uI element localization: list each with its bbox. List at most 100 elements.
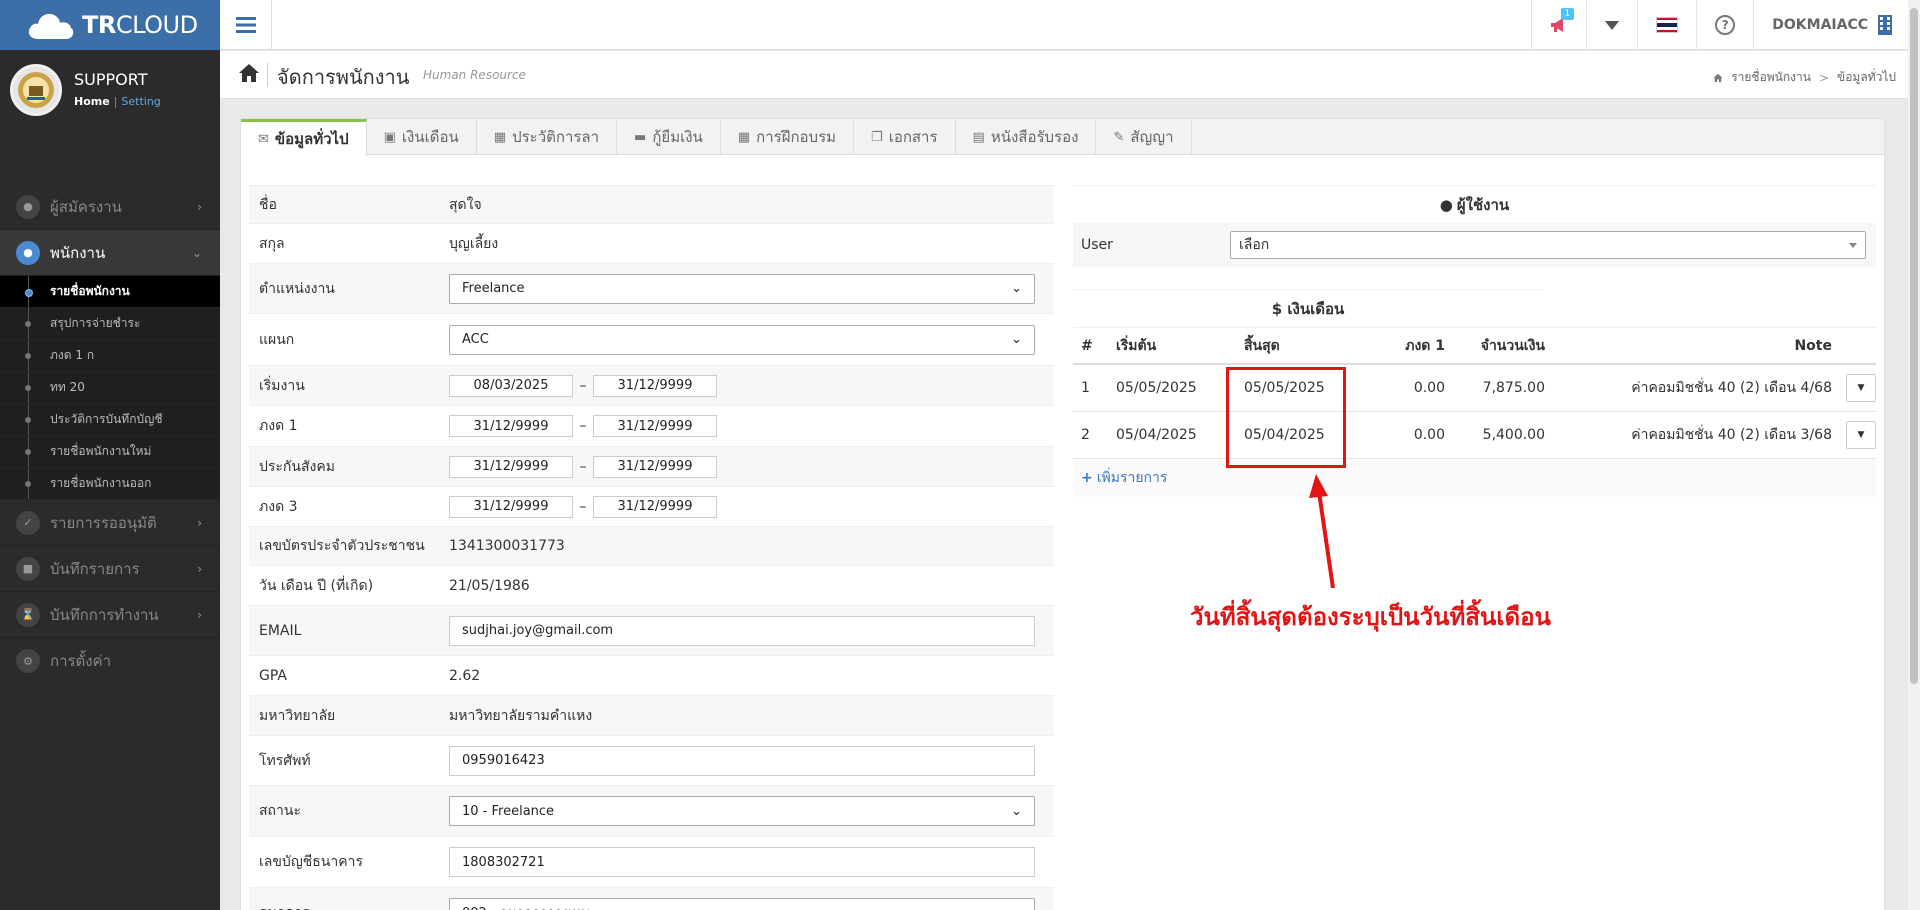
sidebar-item-label: การตั้งค่า — [50, 652, 112, 670]
chevron-right-icon: › — [197, 608, 202, 622]
help-button[interactable]: ? — [1696, 0, 1753, 50]
sidebar-sub-pnd1k[interactable]: ภงด 1 ก — [0, 340, 220, 372]
annotation-arrow-icon — [1309, 474, 1335, 589]
user-icon: ● — [1439, 195, 1453, 214]
pnd3-from-input[interactable]: 31/12/9999 — [449, 495, 573, 518]
envelope-icon: ✉ — [258, 131, 269, 147]
gpa-value: 2.62 — [449, 667, 481, 684]
field-label: วัน เดือน ปี (ที่เกิด) — [259, 577, 374, 594]
sidebar-item-label: บันทึกการทำงาน — [50, 605, 159, 624]
user-label: User — [1081, 237, 1113, 253]
start-date-to-input[interactable]: 31/12/9999 — [593, 374, 717, 397]
email-field[interactable]: sudjhai.joy@gmail.com — [449, 615, 1035, 646]
user-select[interactable]: เลือก — [1230, 231, 1866, 259]
chevron-down-icon: ⌄ — [1011, 281, 1022, 296]
file-icon: ▤ — [972, 129, 985, 145]
breadcrumb-employee-list[interactable]: รายชื่อพนักงาน — [1731, 68, 1811, 87]
notification-button[interactable]: 1 — [1531, 0, 1586, 50]
breadcrumb-general-info: ข้อมูลทั่วไป — [1837, 70, 1896, 84]
caret-down-icon — [1849, 242, 1857, 248]
chevron-down-icon: ⌄ — [1011, 803, 1022, 819]
tab-training[interactable]: ▦ การฝึกอบรม — [721, 119, 855, 155]
chevron-right-icon: › — [197, 200, 202, 214]
bank-account-field[interactable]: 1808302721 — [449, 847, 1035, 877]
col-header-pnd1: ภงด 1 — [1405, 337, 1445, 354]
pnd1-from-input[interactable]: 31/12/9999 — [449, 415, 573, 437]
add-label: เพิ่มรายการ — [1096, 470, 1168, 486]
position-select[interactable]: Freelance ⌄ — [449, 273, 1035, 304]
tab-general-info[interactable]: ✉ ข้อมูลทั่วไป — [241, 119, 367, 156]
field-label: ภงด 1 — [259, 418, 298, 434]
sidebar-item-applicants[interactable]: ● ผู้สมัครงาน › — [0, 184, 220, 230]
sidebar-item-worklog[interactable]: ⌛ บันทึกการทำงาน › — [0, 592, 220, 638]
row-start: 05/05/2025 — [1116, 380, 1197, 396]
table-row[interactable]: 1 05/05/2025 05/05/2025 0.00 7,875.00 ค่… — [1073, 365, 1876, 412]
sidebar-sub-resigned-employees[interactable]: รายชื่อพนักงานออก — [0, 468, 220, 500]
tab-certificates[interactable]: ▤ หนังสือรับรอง — [956, 119, 1097, 155]
tab-leave-history[interactable]: ▦ ประวัติการลา — [477, 119, 618, 155]
question-icon: ? — [1715, 15, 1736, 35]
sidebar-sub-payment-summary[interactable]: สรุปการจ่ายชำระ — [0, 308, 220, 340]
start-date-from-input[interactable]: 08/03/2025 — [449, 374, 573, 397]
page-title: จัดการพนักงาน — [277, 65, 410, 89]
menu-toggle-button[interactable] — [220, 0, 272, 50]
page-scrollbar[interactable] — [1908, 0, 1920, 910]
pnd3-to-input[interactable]: 31/12/9999 — [593, 495, 717, 518]
last-name-value: บุญเลี้ยง — [449, 235, 499, 252]
home-icon[interactable] — [1713, 73, 1723, 83]
user-icon: ● — [16, 240, 40, 265]
page-subtitle: Human Resource — [423, 68, 526, 82]
tab-label: สัญญา — [1130, 128, 1174, 146]
employees-submenu: รายชื่อพนักงาน สรุปการจ่ายชำระ ภงด 1 ก ท… — [0, 276, 220, 500]
phone-field[interactable]: 0959016423 — [449, 745, 1035, 776]
row-action-dropdown[interactable]: ▼ — [1846, 374, 1876, 402]
table-row[interactable]: 2 05/04/2025 05/04/2025 0.00 5,400.00 ค่… — [1073, 412, 1876, 459]
general-info-form: ชื่อ สุดใจ สกุล บุญเลี้ยง ตำแหน่งงาน Fre… — [249, 185, 1054, 910]
sidebar: TR CLOUD SUPPORT Home | Setting ● ผู้สมัครง… — [0, 0, 220, 910]
sidebar-item-settings[interactable]: ⚙ การตั้งค่า — [0, 638, 220, 684]
brand-logo[interactable]: TR CLOUD — [0, 0, 220, 50]
row-action-dropdown[interactable]: ▼ — [1846, 421, 1876, 449]
language-button[interactable] — [1637, 0, 1696, 50]
scrollbar-thumb[interactable] — [1910, 8, 1918, 684]
form-row-bank-account: เลขบัญชีธนาคาร 1808302721 — [249, 836, 1054, 887]
tab-salary[interactable]: ▣ เงินเดือน — [367, 119, 477, 155]
sidebar-item-approvals[interactable]: ✓ รายการรออนุมัติ › — [0, 500, 220, 546]
company-switcher[interactable]: DOKMAIACC — [1753, 0, 1892, 50]
home-link[interactable]: Home — [74, 95, 110, 108]
sidebar-item-transactions[interactable]: ■ บันทึกรายการ › — [0, 546, 220, 592]
tab-contract[interactable]: ✎ สัญญา — [1096, 119, 1192, 155]
bank-select[interactable]: 002 - ธนาคารกรุงเทพ ⌄ — [449, 897, 1035, 910]
social-security-to-input[interactable]: 31/12/9999 — [593, 455, 717, 478]
social-security-from-input[interactable]: 31/12/9999 — [449, 455, 573, 478]
tab-bar: ✉ ข้อมูลทั่วไป ▣ เงินเดือน ▦ ประวัติการลา ▬… — [241, 119, 1884, 156]
company-name: DOKMAIACC — [1772, 17, 1868, 33]
select-value: เลือก — [1239, 237, 1270, 253]
salary-table-header: # เริ่มต้น สิ้นสุด ภงด 1 จำนวนเงิน Note — [1073, 327, 1876, 365]
field-label: โทรศัพท์ — [259, 752, 311, 769]
sidebar-item-employees[interactable]: ● พนักงาน ⌄ — [0, 230, 220, 276]
col-header-end: สิ้นสุด — [1244, 337, 1280, 354]
seal-icon — [18, 72, 54, 108]
tab-documents[interactable]: ❐ เอกสาร — [854, 119, 956, 155]
avatar[interactable] — [10, 64, 62, 116]
sidebar-sub-accounting-history[interactable]: ประวัติการบันทึกบัญชี — [0, 404, 220, 436]
tab-loans[interactable]: ▬ กู้ยืมเงิน — [617, 119, 721, 155]
sidebar-sub-new-employees[interactable]: รายชื่อพนักงานใหม่ — [0, 436, 220, 468]
row-amount: 5,400.00 — [1482, 427, 1545, 443]
setting-link[interactable]: Setting — [121, 95, 160, 108]
form-row-position: ตำแหน่งงาน Freelance ⌄ — [249, 263, 1054, 313]
department-select[interactable]: ACC ⌄ — [449, 324, 1035, 355]
home-icon[interactable] — [238, 63, 260, 83]
sidebar-sub-employee-list[interactable]: รายชื่อพนักงาน — [0, 276, 220, 308]
chevron-right-icon: › — [197, 516, 202, 530]
field-label: เริ่มงาน — [259, 377, 305, 394]
notification-dropdown-button[interactable] — [1586, 0, 1637, 50]
status-select[interactable]: 10 - Freelance ⌄ — [449, 796, 1035, 826]
tab-label: ข้อมูลทั่วไป — [274, 130, 349, 148]
tab-label: เอกสาร — [888, 128, 938, 146]
pnd1-to-input[interactable]: 31/12/9999 — [593, 415, 717, 437]
add-salary-row-button[interactable]: + เพิ่มรายการ — [1073, 459, 1876, 497]
sidebar-sub-tt20[interactable]: ทท 20 — [0, 372, 220, 404]
tab-label: หนังสือรับรอง — [990, 128, 1079, 146]
